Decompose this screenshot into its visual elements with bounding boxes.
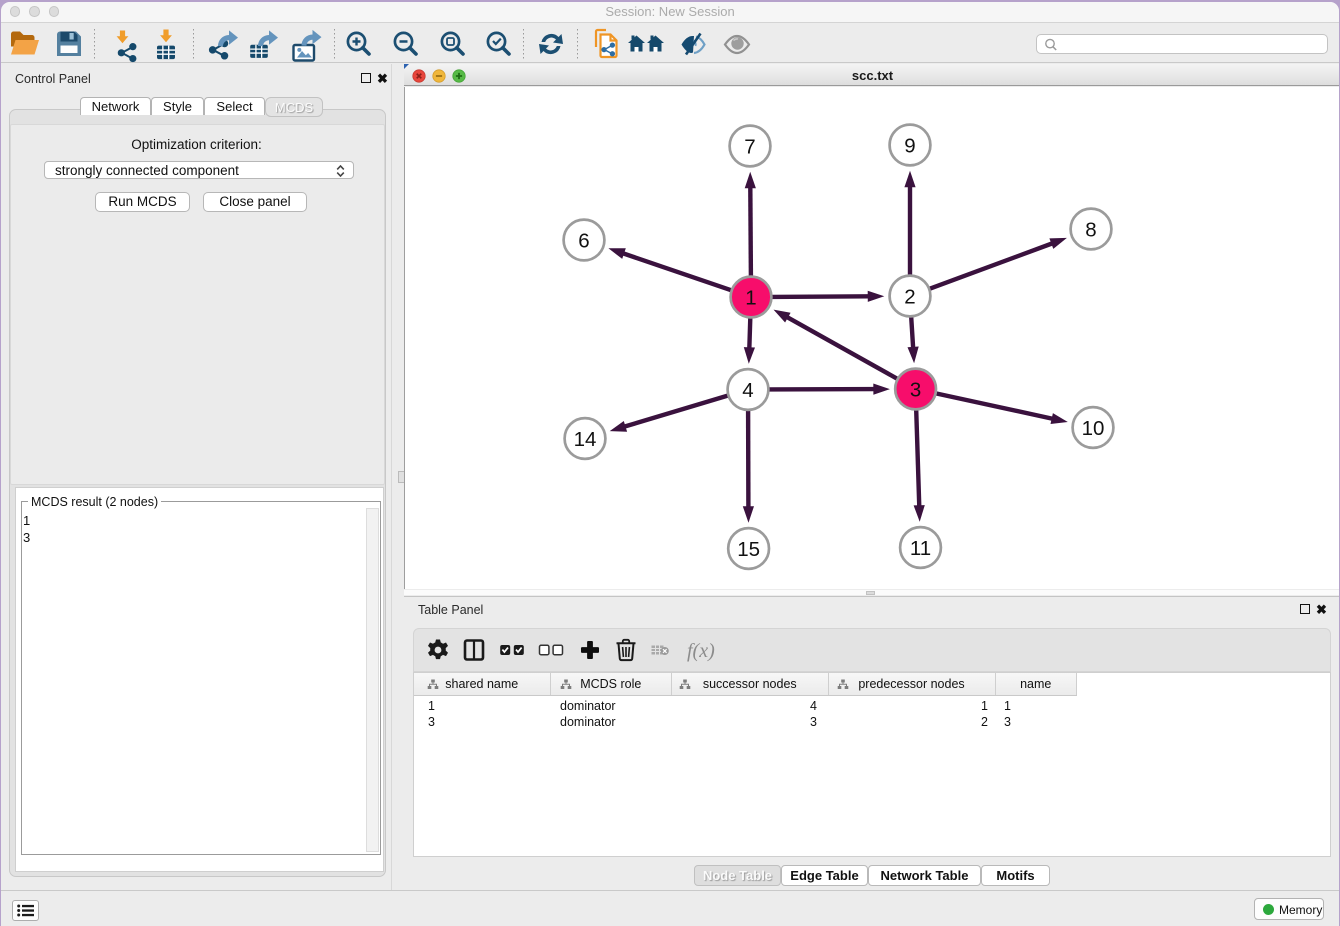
- svg-text:11: 11: [910, 537, 931, 560]
- svg-text:7: 7: [744, 136, 755, 159]
- svg-text:3: 3: [910, 379, 921, 402]
- svg-text:8: 8: [1085, 219, 1096, 242]
- svg-text:f(x): f(x): [687, 640, 715, 662]
- svg-text:2: 2: [904, 286, 915, 309]
- svg-text:1: 1: [745, 287, 756, 310]
- svg-text:14: 14: [574, 428, 597, 451]
- svg-text:4: 4: [742, 379, 753, 402]
- svg-text:9: 9: [904, 135, 915, 158]
- svg-text:10: 10: [1082, 417, 1105, 440]
- svg-text:15: 15: [737, 538, 760, 561]
- svg-text:6: 6: [578, 230, 589, 253]
